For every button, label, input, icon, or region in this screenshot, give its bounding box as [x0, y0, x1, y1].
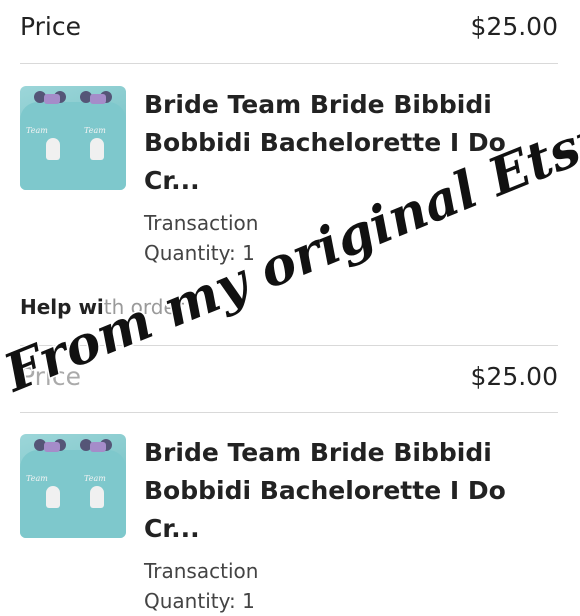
price-row-1: Price $25.00 [20, 12, 558, 41]
item-title-line2[interactable]: Bobbidi Bachelorette I Do Cr... [144, 124, 564, 200]
divider [20, 412, 558, 413]
order-item-2[interactable]: Team Team Bride Team Bride Bibbidi Bobbi… [20, 434, 558, 616]
price-value: $25.00 [470, 12, 558, 41]
product-thumbnail[interactable]: Team Team [20, 434, 126, 538]
help-with-order-link[interactable]: Help with order [20, 295, 184, 319]
help-text-a: Help wi [20, 295, 104, 319]
order-item-1[interactable]: Team Team Bride Team Bride Bibbidi Bobbi… [20, 86, 558, 268]
divider [20, 63, 558, 64]
item-title-line2[interactable]: Bobbidi Bachelorette I Do Cr... [144, 472, 564, 548]
item-quantity: Quantity: 1 [144, 589, 255, 613]
price-label: Price [20, 362, 81, 391]
item-type: Transaction [144, 211, 259, 235]
price-row-2: Price $25.00 [20, 362, 558, 391]
product-thumbnail[interactable]: Team Team [20, 86, 126, 190]
divider [20, 345, 558, 346]
item-type: Transaction [144, 559, 259, 583]
help-text-b: th order [103, 295, 184, 319]
price-value: $25.00 [470, 362, 558, 391]
item-title-line1[interactable]: Bride Team Bride Bibbidi [144, 434, 564, 472]
price-label: Price [20, 12, 81, 41]
item-title-line1[interactable]: Bride Team Bride Bibbidi [144, 86, 564, 124]
item-quantity: Quantity: 1 [144, 241, 255, 265]
